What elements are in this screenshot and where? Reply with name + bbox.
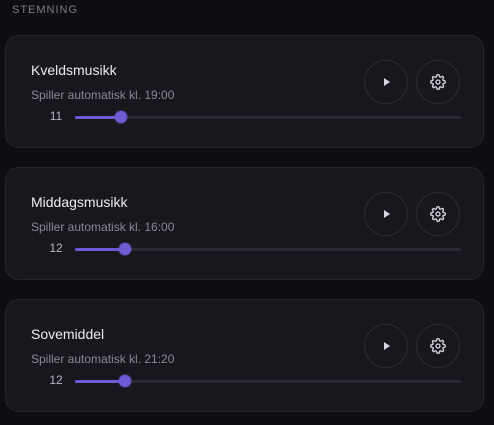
gear-icon bbox=[430, 206, 446, 222]
play-button[interactable] bbox=[364, 60, 408, 104]
play-icon bbox=[384, 342, 390, 350]
volume-value: 11 bbox=[49, 109, 63, 123]
volume-slider-thumb[interactable] bbox=[115, 111, 128, 123]
play-button[interactable] bbox=[364, 324, 408, 368]
settings-button[interactable] bbox=[416, 60, 460, 104]
volume-slider[interactable] bbox=[75, 243, 461, 255]
scene-schedule: Spiller automatisk kl. 21:20 bbox=[31, 352, 175, 366]
volume-slider-fill bbox=[75, 248, 126, 251]
volume-value: 12 bbox=[49, 373, 63, 387]
section-title: STEMNING bbox=[12, 4, 79, 16]
play-button[interactable] bbox=[364, 192, 408, 236]
play-icon bbox=[384, 210, 390, 218]
settings-button[interactable] bbox=[416, 192, 460, 236]
scene-title: Kveldsmusikk bbox=[31, 62, 117, 78]
scene-title: Middagsmusikk bbox=[31, 194, 128, 210]
volume-slider-fill bbox=[75, 380, 126, 383]
volume-slider-thumb[interactable] bbox=[119, 375, 132, 387]
volume-slider[interactable] bbox=[75, 111, 461, 123]
scene-schedule: Spiller automatisk kl. 19:00 bbox=[31, 88, 175, 102]
scene-schedule: Spiller automatisk kl. 16:00 bbox=[31, 220, 175, 234]
volume-slider-thumb[interactable] bbox=[119, 243, 132, 255]
scene-card-middagsmusikk: Middagsmusikk Spiller automatisk kl. 16:… bbox=[5, 167, 484, 280]
play-icon bbox=[384, 78, 390, 86]
volume-value: 12 bbox=[49, 241, 63, 255]
scene-card-kveldsmusikk: Kveldsmusikk Spiller automatisk kl. 19:0… bbox=[5, 35, 484, 148]
settings-button[interactable] bbox=[416, 324, 460, 368]
gear-icon bbox=[430, 74, 446, 90]
scene-title: Sovemiddel bbox=[31, 326, 105, 342]
volume-slider[interactable] bbox=[75, 375, 461, 387]
scene-card-sovemiddel: Sovemiddel Spiller automatisk kl. 21:20 … bbox=[5, 299, 484, 412]
gear-icon bbox=[430, 338, 446, 354]
